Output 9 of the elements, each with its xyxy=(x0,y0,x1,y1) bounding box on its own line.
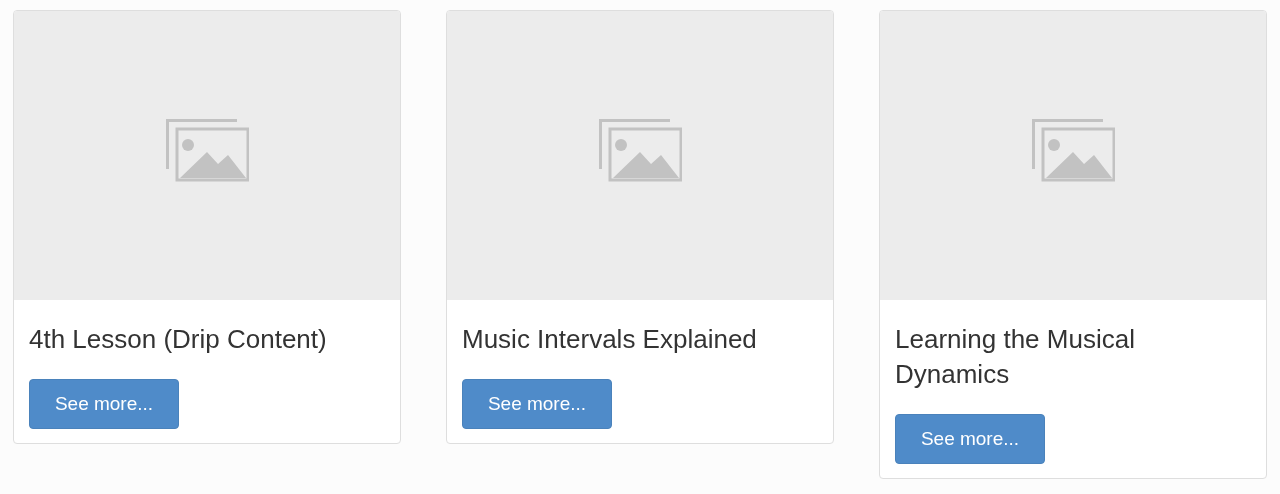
see-more-button[interactable]: See more... xyxy=(29,379,179,429)
image-placeholder-icon xyxy=(1031,117,1115,182)
card-title: Music Intervals Explained xyxy=(462,323,758,356)
see-more-button[interactable]: See more... xyxy=(462,379,612,429)
card-title: Learning the Musical Dynamics xyxy=(895,323,1136,391)
image-placeholder-icon xyxy=(165,117,249,182)
see-more-button[interactable]: See more... xyxy=(895,414,1045,464)
image-placeholder-icon xyxy=(598,117,682,182)
card-title: 4th Lesson (Drip Content) xyxy=(29,323,328,356)
